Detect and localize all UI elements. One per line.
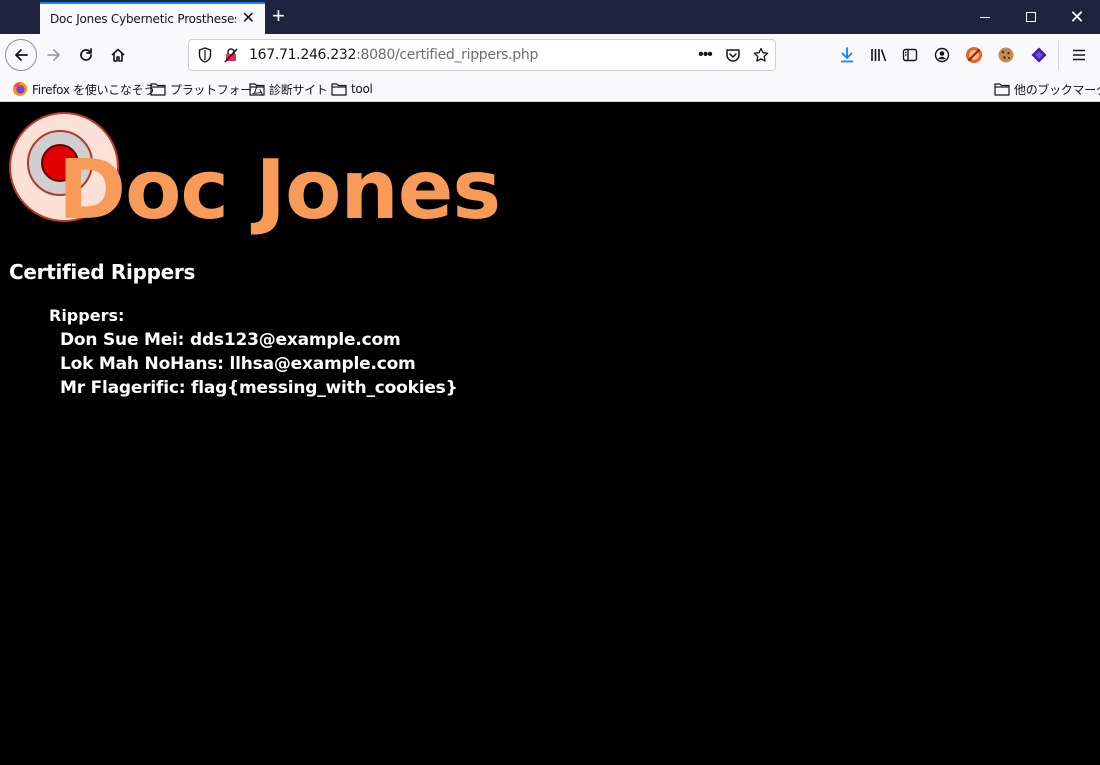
- bookmark-label: Firefox を使いこなそう: [32, 82, 156, 97]
- new-tab-button[interactable]: +: [272, 5, 285, 27]
- title-bar: Doc Jones Cybernetic Prostheses In ✕ + ✕: [0, 0, 1100, 34]
- folder-icon: [331, 83, 347, 96]
- close-window-button[interactable]: ✕: [1054, 0, 1100, 34]
- ripper-list-item: Don Sue Mei: dds123@example.com: [60, 330, 401, 350]
- pocket-icon[interactable]: [725, 47, 741, 63]
- tab-close-icon[interactable]: ✕: [242, 11, 255, 27]
- other-bookmarks-folder[interactable]: 他のブックマーク: [994, 80, 1100, 98]
- tab-active[interactable]: Doc Jones Cybernetic Prostheses In ✕: [40, 2, 265, 34]
- url-host: 167.71.246.232: [249, 47, 357, 63]
- downloads-icon[interactable]: [837, 45, 857, 65]
- url-bar[interactable]: 167.71.246.232:8080/certified_rippers.ph…: [188, 39, 776, 71]
- bookmark-folder-diagnosis-sites[interactable]: 診断サイト: [249, 80, 328, 98]
- insecure-lock-icon[interactable]: [223, 47, 239, 63]
- forward-button[interactable]: [38, 39, 70, 71]
- folder-icon: [994, 83, 1010, 96]
- minimize-button[interactable]: [962, 0, 1008, 34]
- maximize-button[interactable]: [1008, 0, 1054, 34]
- reload-icon: [80, 48, 92, 61]
- url-path: :8080/certified_rippers.php: [356, 47, 539, 63]
- folder-icon: [249, 83, 265, 96]
- folder-icon: [150, 83, 166, 96]
- back-button[interactable]: [5, 39, 37, 71]
- bookmark-label: tool: [351, 82, 373, 96]
- page-actions-icon[interactable]: •••: [697, 46, 713, 63]
- bookmark-star-icon[interactable]: [753, 47, 769, 63]
- library-icon[interactable]: [869, 45, 889, 65]
- page-content: Doc Jones Certified Rippers Rippers: Don…: [0, 102, 1100, 765]
- close-icon: ✕: [1069, 7, 1085, 27]
- bookmark-label: 診断サイト: [269, 82, 328, 97]
- browser-window: Doc Jones Cybernetic Prostheses In ✕ + ✕: [0, 0, 1100, 765]
- cookie-icon[interactable]: [996, 45, 1016, 65]
- extension-blocker-icon[interactable]: [964, 45, 984, 65]
- reload-button[interactable]: [70, 39, 102, 71]
- ripper-list-item: Lok Mah NoHans: llhsa@example.com: [60, 354, 416, 374]
- bookmarks-toolbar: Firefox を使いこなそう プラットフォーム 診断サイト tool 他のブッ…: [0, 76, 1100, 102]
- firefox-icon: [13, 82, 27, 96]
- maximize-icon: [1026, 12, 1036, 22]
- forward-arrow-icon: [47, 49, 60, 61]
- logo-text: Doc Jones: [58, 143, 501, 238]
- home-button[interactable]: [102, 39, 134, 71]
- bookmark-folder-platform[interactable]: プラットフォーム: [150, 80, 264, 98]
- minimize-icon: [980, 16, 990, 18]
- bookmark-folder-tool[interactable]: tool: [331, 80, 373, 98]
- account-icon[interactable]: [932, 45, 952, 65]
- menu-icon[interactable]: [1069, 45, 1089, 65]
- navigation-toolbar: 167.71.246.232:8080/certified_rippers.ph…: [0, 34, 1100, 76]
- sidebar-icon[interactable]: [900, 45, 920, 65]
- other-bookmarks-label: 他のブックマーク: [1014, 82, 1100, 97]
- rippers-label: Rippers:: [49, 306, 125, 325]
- toolbar-separator: [1058, 40, 1059, 70]
- page-title: Certified Rippers: [9, 260, 196, 284]
- home-icon: [111, 48, 125, 62]
- ripper-list-item: Mr Flagerific: flag{messing_with_cookies…: [60, 378, 458, 398]
- url-text: 167.71.246.232:8080/certified_rippers.ph…: [249, 47, 538, 63]
- bookmark-firefox-guide[interactable]: Firefox を使いこなそう: [12, 80, 155, 98]
- extension-layers-icon[interactable]: [1029, 45, 1049, 65]
- back-arrow-icon: [15, 49, 28, 61]
- shield-icon[interactable]: [197, 47, 213, 63]
- tab-title: Doc Jones Cybernetic Prostheses In: [50, 12, 236, 26]
